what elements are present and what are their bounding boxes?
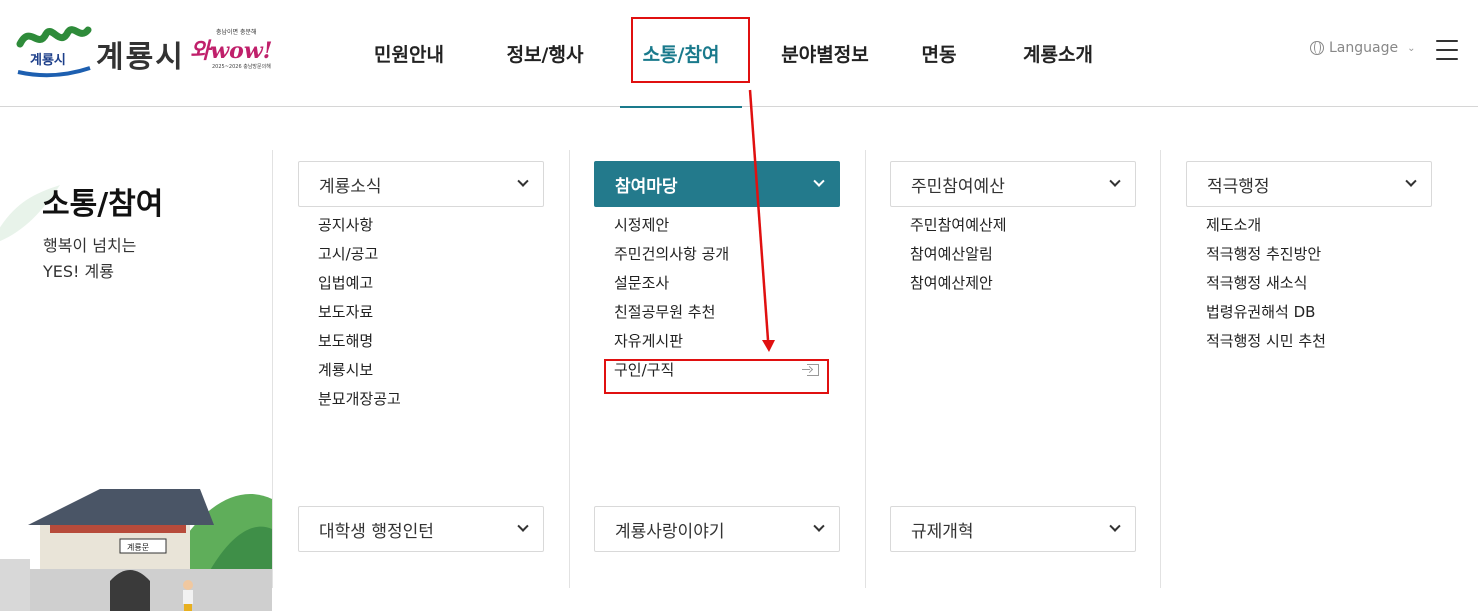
section-title: 소통/참여 — [42, 187, 164, 222]
section-subtitle: 행복이 넘치는 YES! 계룡 — [43, 236, 137, 281]
gate-illustration: 계룡문 — [0, 489, 272, 611]
nav-item-district[interactable]: 면동 — [900, 0, 978, 107]
menu-link[interactable]: 법령유권해석 DB — [1206, 302, 1326, 331]
menu-link[interactable]: 제도소개 — [1206, 215, 1326, 244]
chevron-down-icon — [813, 175, 825, 187]
chevron-down-icon — [813, 520, 825, 532]
accordion-regulation[interactable]: 규제개혁 — [890, 506, 1136, 552]
menu-link[interactable]: 입법예고 — [318, 273, 401, 302]
menu-link[interactable]: 보도해명 — [318, 331, 401, 360]
menu-link[interactable]: 참여예산알림 — [910, 244, 1007, 273]
menu-link[interactable]: 공지사항 — [318, 215, 401, 244]
chevron-down-icon: ⌄ — [1407, 42, 1416, 54]
site-logo[interactable]: 계룡시 계룡시 충남이면 충분해 와wow! 2025~2026 충남방문의해 — [16, 22, 278, 82]
slogan-top: 충남이면 충분해 — [216, 28, 257, 36]
nav-item-about[interactable]: 계룡소개 — [978, 0, 1138, 107]
menu-link[interactable]: 적극행정 시민 추천 — [1206, 331, 1326, 360]
menu-link[interactable]: 참여예산제안 — [910, 273, 1007, 302]
menu-link[interactable]: 적극행정 새소식 — [1206, 273, 1326, 302]
menu-link[interactable]: 주민참여예산제 — [910, 215, 1007, 244]
slogan-logo: 충남이면 충분해 와wow! 2025~2026 충남방문의해 — [190, 28, 272, 70]
chevron-down-icon — [517, 520, 529, 532]
chevron-down-icon — [517, 175, 529, 187]
menu-link[interactable]: 계룡시보 — [318, 360, 401, 389]
menu-link[interactable]: 친절공무원 추천 — [614, 302, 729, 331]
nav-item-civil[interactable]: 민원안내 — [340, 0, 478, 107]
chevron-down-icon — [1109, 175, 1121, 187]
column-divider — [1160, 150, 1161, 588]
link-list: 공지사항 고시/공고 입법예고 보도자료 보도해명 계룡시보 분묘개장공고 — [318, 215, 401, 418]
accordion-story[interactable]: 계룡사랑이야기 — [594, 506, 840, 552]
accordion-budget[interactable]: 주민참여예산 — [890, 161, 1136, 207]
column-divider — [865, 150, 866, 588]
logo-mark-icon: 계룡시 — [16, 26, 92, 78]
chevron-down-icon — [1405, 175, 1417, 187]
nav-item-fields[interactable]: 분야별정보 — [750, 0, 900, 107]
side-panel: 소통/참여 행복이 넘치는 YES! 계룡 계룡문 — [0, 107, 272, 611]
accordion-intern[interactable]: 대학생 행정인턴 — [298, 506, 544, 552]
menu-link[interactable]: 시정제안 — [614, 215, 729, 244]
hamburger-icon[interactable] — [1436, 40, 1458, 60]
gate-sign: 계룡문 — [127, 542, 149, 552]
menu-link[interactable]: 보도자료 — [318, 302, 401, 331]
logo-text: 계룡시 — [96, 40, 185, 75]
language-label: Language — [1329, 40, 1399, 56]
highlight-box-nav — [631, 17, 750, 83]
globe-icon — [1310, 41, 1324, 55]
logo-mark-label: 계룡시 — [30, 53, 66, 68]
language-selector[interactable]: Language ⌄ — [1310, 40, 1415, 56]
accordion-proactive[interactable]: 적극행정 — [1186, 161, 1432, 207]
link-list: 제도소개 적극행정 추진방안 적극행정 새소식 법령유권해석 DB 적극행정 시… — [1206, 215, 1326, 360]
link-list: 주민참여예산제 참여예산알림 참여예산제안 — [910, 215, 1007, 302]
menu-link[interactable]: 설문조사 — [614, 273, 729, 302]
menu-link[interactable]: 적극행정 추진방안 — [1206, 244, 1326, 273]
nav-item-info[interactable]: 정보/행사 — [478, 0, 612, 107]
chevron-down-icon — [1109, 520, 1121, 532]
slogan-bottom: 2025~2026 충남방문의해 — [212, 63, 271, 70]
menu-link[interactable]: 자유게시판 — [614, 331, 729, 360]
highlight-box-jobs — [604, 359, 829, 394]
accordion-participation[interactable]: 참여마당 — [594, 161, 840, 207]
accordion-news[interactable]: 계룡소식 — [298, 161, 544, 207]
column-divider — [272, 150, 273, 588]
menu-link[interactable]: 분묘개장공고 — [318, 389, 401, 418]
slogan-main: 와wow! — [190, 38, 272, 64]
menu-link[interactable]: 고시/공고 — [318, 244, 401, 273]
menu-link[interactable]: 주민건의사항 공개 — [614, 244, 729, 273]
column-divider — [569, 150, 570, 588]
